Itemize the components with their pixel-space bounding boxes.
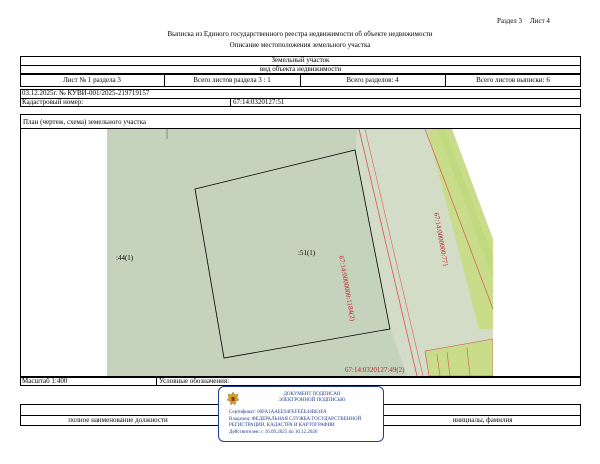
position-caption: полное наименование должности bbox=[68, 416, 168, 424]
cadastral-label: Кадастровый номер: bbox=[22, 98, 84, 106]
sheet-of-section: Лист № 1 раздела 3 bbox=[63, 76, 121, 84]
plan-title: План (чертеж, схема) земельного участка bbox=[23, 118, 147, 126]
document-subtitle: Описание местоположения земельного участ… bbox=[229, 41, 371, 49]
signature-caption: инициалы, фамилия bbox=[452, 416, 513, 424]
document-title: Выписка из Единого государственного реес… bbox=[167, 30, 433, 38]
emblem-icon bbox=[226, 391, 240, 406]
label-bottom-parcel: 67:14:0320127:49(2) bbox=[345, 366, 405, 374]
label-main-parcel: :51(1) bbox=[298, 249, 316, 257]
sheet-label: Лист 4 bbox=[530, 17, 550, 25]
record-date-number: 03.12.2025г. № КУВИ-001/2025-219719157 bbox=[22, 89, 150, 97]
total-sections: Всего разделов: 4 bbox=[346, 76, 399, 84]
stamp-owner-2: РЕГИСТРАЦИИ, КАДАСТРА И КАРТОГРАФИИ bbox=[229, 423, 335, 428]
scale-text: Масштаб 1:400 bbox=[22, 377, 68, 385]
label-left-parcel: :44(1) bbox=[116, 254, 134, 262]
scale-row bbox=[20, 377, 581, 386]
total-sheets-extract: Всего листов выписки: 6 bbox=[476, 76, 550, 84]
section-label: Раздел 3 bbox=[497, 17, 523, 25]
stamp-line2: ЭЛЕКТРОННОЙ ПОДПИСЬЮ bbox=[278, 398, 346, 403]
object-type-caption: вид объекта недвижимости bbox=[259, 65, 342, 73]
legend-label: Условные обозначения: bbox=[159, 377, 230, 385]
cadastral-value: 67:14:0320127:51 bbox=[233, 98, 285, 106]
object-type: Земельный участок bbox=[271, 56, 330, 64]
stamp-cert: Сертификат: 00FA1AAEE94FEFEEE44BE4FA bbox=[229, 410, 327, 415]
total-sheets-section: Всего листов раздела 3 : 1 bbox=[193, 76, 271, 84]
signature-stamp: ДОКУМЕНТ ПОДПИСАН ЭЛЕКТРОННОЙ ПОДПИСЬЮ С… bbox=[218, 386, 384, 442]
stamp-valid: Действителен: с 16.09.2025 по 10.12.2026 bbox=[229, 430, 318, 435]
